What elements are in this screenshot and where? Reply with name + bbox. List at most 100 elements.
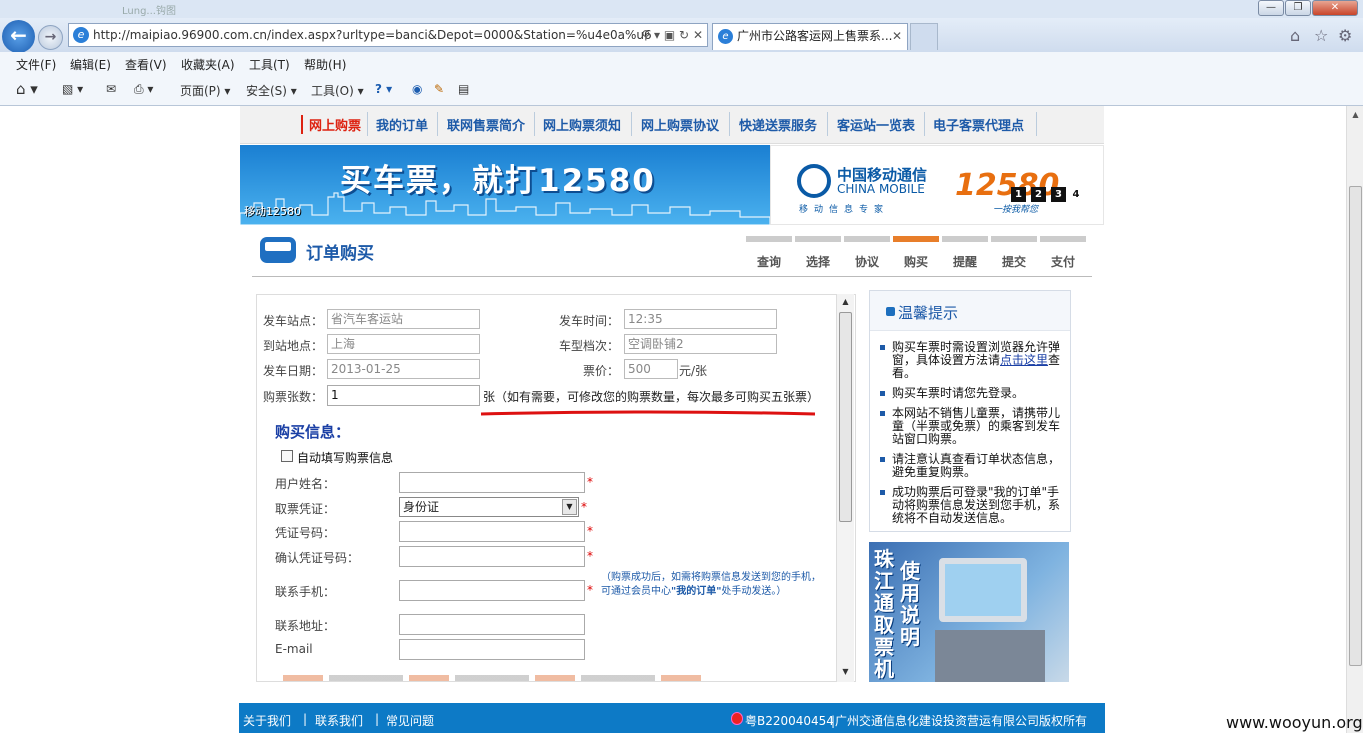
id-confirm-input[interactable] [399, 546, 585, 567]
page-scroll-up-icon[interactable]: ▲ [1347, 106, 1363, 123]
form-scrollbar[interactable]: ▲ ▼ [836, 294, 854, 682]
slide-4-button[interactable]: 4 [1071, 187, 1081, 202]
order-form: 发车站点： 省汽车客运站 发车时间： 12:35 到站地点： 上海 车型档次： … [256, 294, 856, 682]
page-scrollbar[interactable]: ▲ [1346, 106, 1363, 733]
tips-header: 温馨提示 [870, 291, 1070, 331]
kiosk-char: 通 [874, 591, 894, 615]
tip-click-here-link[interactable]: 点击这里 [1000, 353, 1048, 367]
menu-view[interactable]: 查看(V) [125, 56, 167, 73]
required-star: * [587, 549, 593, 563]
menu-favorites[interactable]: 收藏夹(A) [181, 56, 235, 73]
address-tools[interactable]: ⚲ ▾ ▣ ↻ ✕ [641, 24, 703, 46]
clipped-content-row [283, 675, 703, 681]
page-scroll-thumb[interactable] [1349, 186, 1362, 666]
page-menu-label: 页面(P) [180, 84, 221, 98]
nav-buy-ticket[interactable]: 网上购票 [301, 115, 361, 134]
menu-bar: 文件(F) 编辑(E) 查看(V) 收藏夹(A) 工具(T) 帮助(H) [0, 52, 1363, 76]
slide-1-button[interactable]: 1 [1011, 187, 1026, 202]
user-name-input[interactable] [399, 472, 585, 493]
id-no-input[interactable] [399, 521, 585, 542]
safety-menu[interactable]: 安全(S) ▾ [246, 82, 297, 99]
compat-icon[interactable]: ▣ [664, 28, 675, 42]
menu-tools[interactable]: 工具(T) [249, 56, 290, 73]
watermark: www.wooyun.org [1226, 713, 1363, 732]
mail-icon[interactable]: ✉ [106, 82, 116, 96]
nav-agreement[interactable]: 网上购票协议 [641, 115, 719, 134]
autofill-checkbox[interactable] [281, 450, 293, 462]
maximize-button[interactable]: ❐ [1285, 0, 1311, 16]
messenger-icon[interactable]: ◉ [412, 82, 422, 96]
kiosk-title-col2: 使用说明 [897, 560, 923, 648]
kiosk-screen [939, 558, 1027, 622]
print-icon[interactable]: ⎙ ▾ [134, 82, 153, 97]
slide-3-button[interactable]: 3 [1051, 187, 1066, 202]
tab-active[interactable]: e 广州市公路客运网上售票系... ✕ [712, 23, 908, 50]
gear-icon[interactable]: ⚙ [1338, 26, 1352, 45]
tip-item: 购买车票时需设置浏览器允许弹窗，具体设置方法请点击这里查看。 [880, 341, 1066, 380]
scroll-up-icon[interactable]: ▲ [837, 294, 854, 310]
command-bar: ⌂ ▾ ▧ ▾ ✉ ⎙ ▾ 页面(P) ▾ 安全(S) ▾ 工具(O) ▾ ? … [0, 76, 1363, 106]
form-scroll-thumb[interactable] [839, 312, 852, 522]
id-type-label: 取票凭证： [275, 502, 336, 516]
id-type-select[interactable]: 身份证 ▼ [399, 497, 579, 517]
chevron-down-icon[interactable]: ▼ [562, 499, 577, 515]
menu-edit[interactable]: 编辑(E) [70, 56, 111, 73]
stop-icon[interactable]: ✕ [693, 28, 703, 42]
help-icon[interactable]: ? ▾ [375, 82, 392, 96]
favorites-star-icon[interactable]: ☆ [1314, 26, 1328, 45]
required-star: * [587, 583, 593, 597]
nav-stations[interactable]: 客运站一览表 [837, 115, 915, 134]
china-mobile-12580-logo: 中国移动通信 CHINA MOBILE 移动信息专家 12580 一按我帮您 1… [770, 145, 1104, 225]
home-cmd-icon[interactable]: ⌂ ▾ [16, 80, 38, 98]
tab-title: 广州市公路客运网上售票系... [737, 29, 893, 43]
research-icon[interactable]: ✎ [434, 82, 444, 96]
nav-my-orders[interactable]: 我的订单 [376, 115, 428, 134]
ticket-count-input[interactable]: 1 [327, 385, 480, 406]
refresh-icon[interactable]: ↻ [679, 28, 689, 42]
nav-intro[interactable]: 联网售票简介 [447, 115, 525, 134]
phone-input[interactable] [399, 580, 585, 601]
tip-item: 购买车票时请您先登录。 [880, 387, 1066, 400]
ie-page-icon: e [73, 27, 89, 43]
nav-notice[interactable]: 网上购票须知 [543, 115, 621, 134]
site-footer: 关于我们 | 联系我们 | 常见问题 粤B220040454 |广州交通信息化建… [239, 703, 1105, 733]
footer-about-link[interactable]: 关于我们 [243, 712, 291, 729]
addon-icon[interactable]: ▤ [458, 82, 469, 96]
page-menu[interactable]: 页面(P) ▾ [180, 82, 230, 99]
kiosk-guide-image[interactable]: 珠江通取票机 使用说明 [869, 542, 1069, 682]
back-button[interactable]: ← [2, 20, 35, 53]
depart-station-label: 发车站点： [263, 314, 324, 328]
price-unit: 元/张 [679, 364, 708, 378]
menu-help[interactable]: 帮助(H) [304, 56, 346, 73]
nav-separator [367, 112, 368, 136]
kiosk-char: 说 [900, 603, 920, 627]
slide-indicator: 1234 [1011, 186, 1086, 202]
scroll-down-icon[interactable]: ▼ [837, 664, 854, 680]
new-tab-button[interactable] [910, 23, 938, 50]
nav-express[interactable]: 快递送票服务 [739, 115, 817, 134]
brand-sub: 移动信息专家 [799, 205, 890, 215]
email-input[interactable] [399, 639, 585, 660]
rss-icon[interactable]: ▧ ▾ [62, 82, 83, 96]
home-icon[interactable]: ⌂ [1290, 26, 1300, 45]
forward-button[interactable]: → [38, 25, 63, 50]
close-tab-icon[interactable]: ✕ [892, 24, 902, 49]
nav-agents[interactable]: 电子客票代理点 [933, 115, 1024, 134]
china-mobile-logo-icon [797, 164, 831, 198]
kiosk-char: 机 [874, 657, 894, 681]
footer-contact-link[interactable]: 联系我们 [315, 712, 363, 729]
minimize-button[interactable]: — [1258, 0, 1284, 16]
tools-menu[interactable]: 工具(O) ▾ [311, 82, 364, 99]
nav-separator [827, 112, 828, 136]
menu-file[interactable]: 文件(F) [16, 56, 56, 73]
close-window-button[interactable]: ✕ [1312, 0, 1358, 16]
ad-banner[interactable]: 买车票，就打12580 移动12580 [240, 145, 770, 225]
window-titlebar: Lung...钩图 — ❐ ✕ [0, 0, 1363, 18]
address-bar[interactable]: e http://maipiao.96900.com.cn/index.aspx… [68, 23, 708, 47]
nav-separator [534, 112, 535, 136]
address-input[interactable] [399, 614, 585, 635]
footer-faq-link[interactable]: 常见问题 [386, 712, 434, 729]
tips-list: 购买车票时需设置浏览器允许弹窗，具体设置方法请点击这里查看。 购买车票时请您先登… [880, 341, 1066, 532]
slide-2-button[interactable]: 2 [1031, 187, 1046, 202]
search-icon[interactable]: ⚲ [641, 28, 650, 42]
